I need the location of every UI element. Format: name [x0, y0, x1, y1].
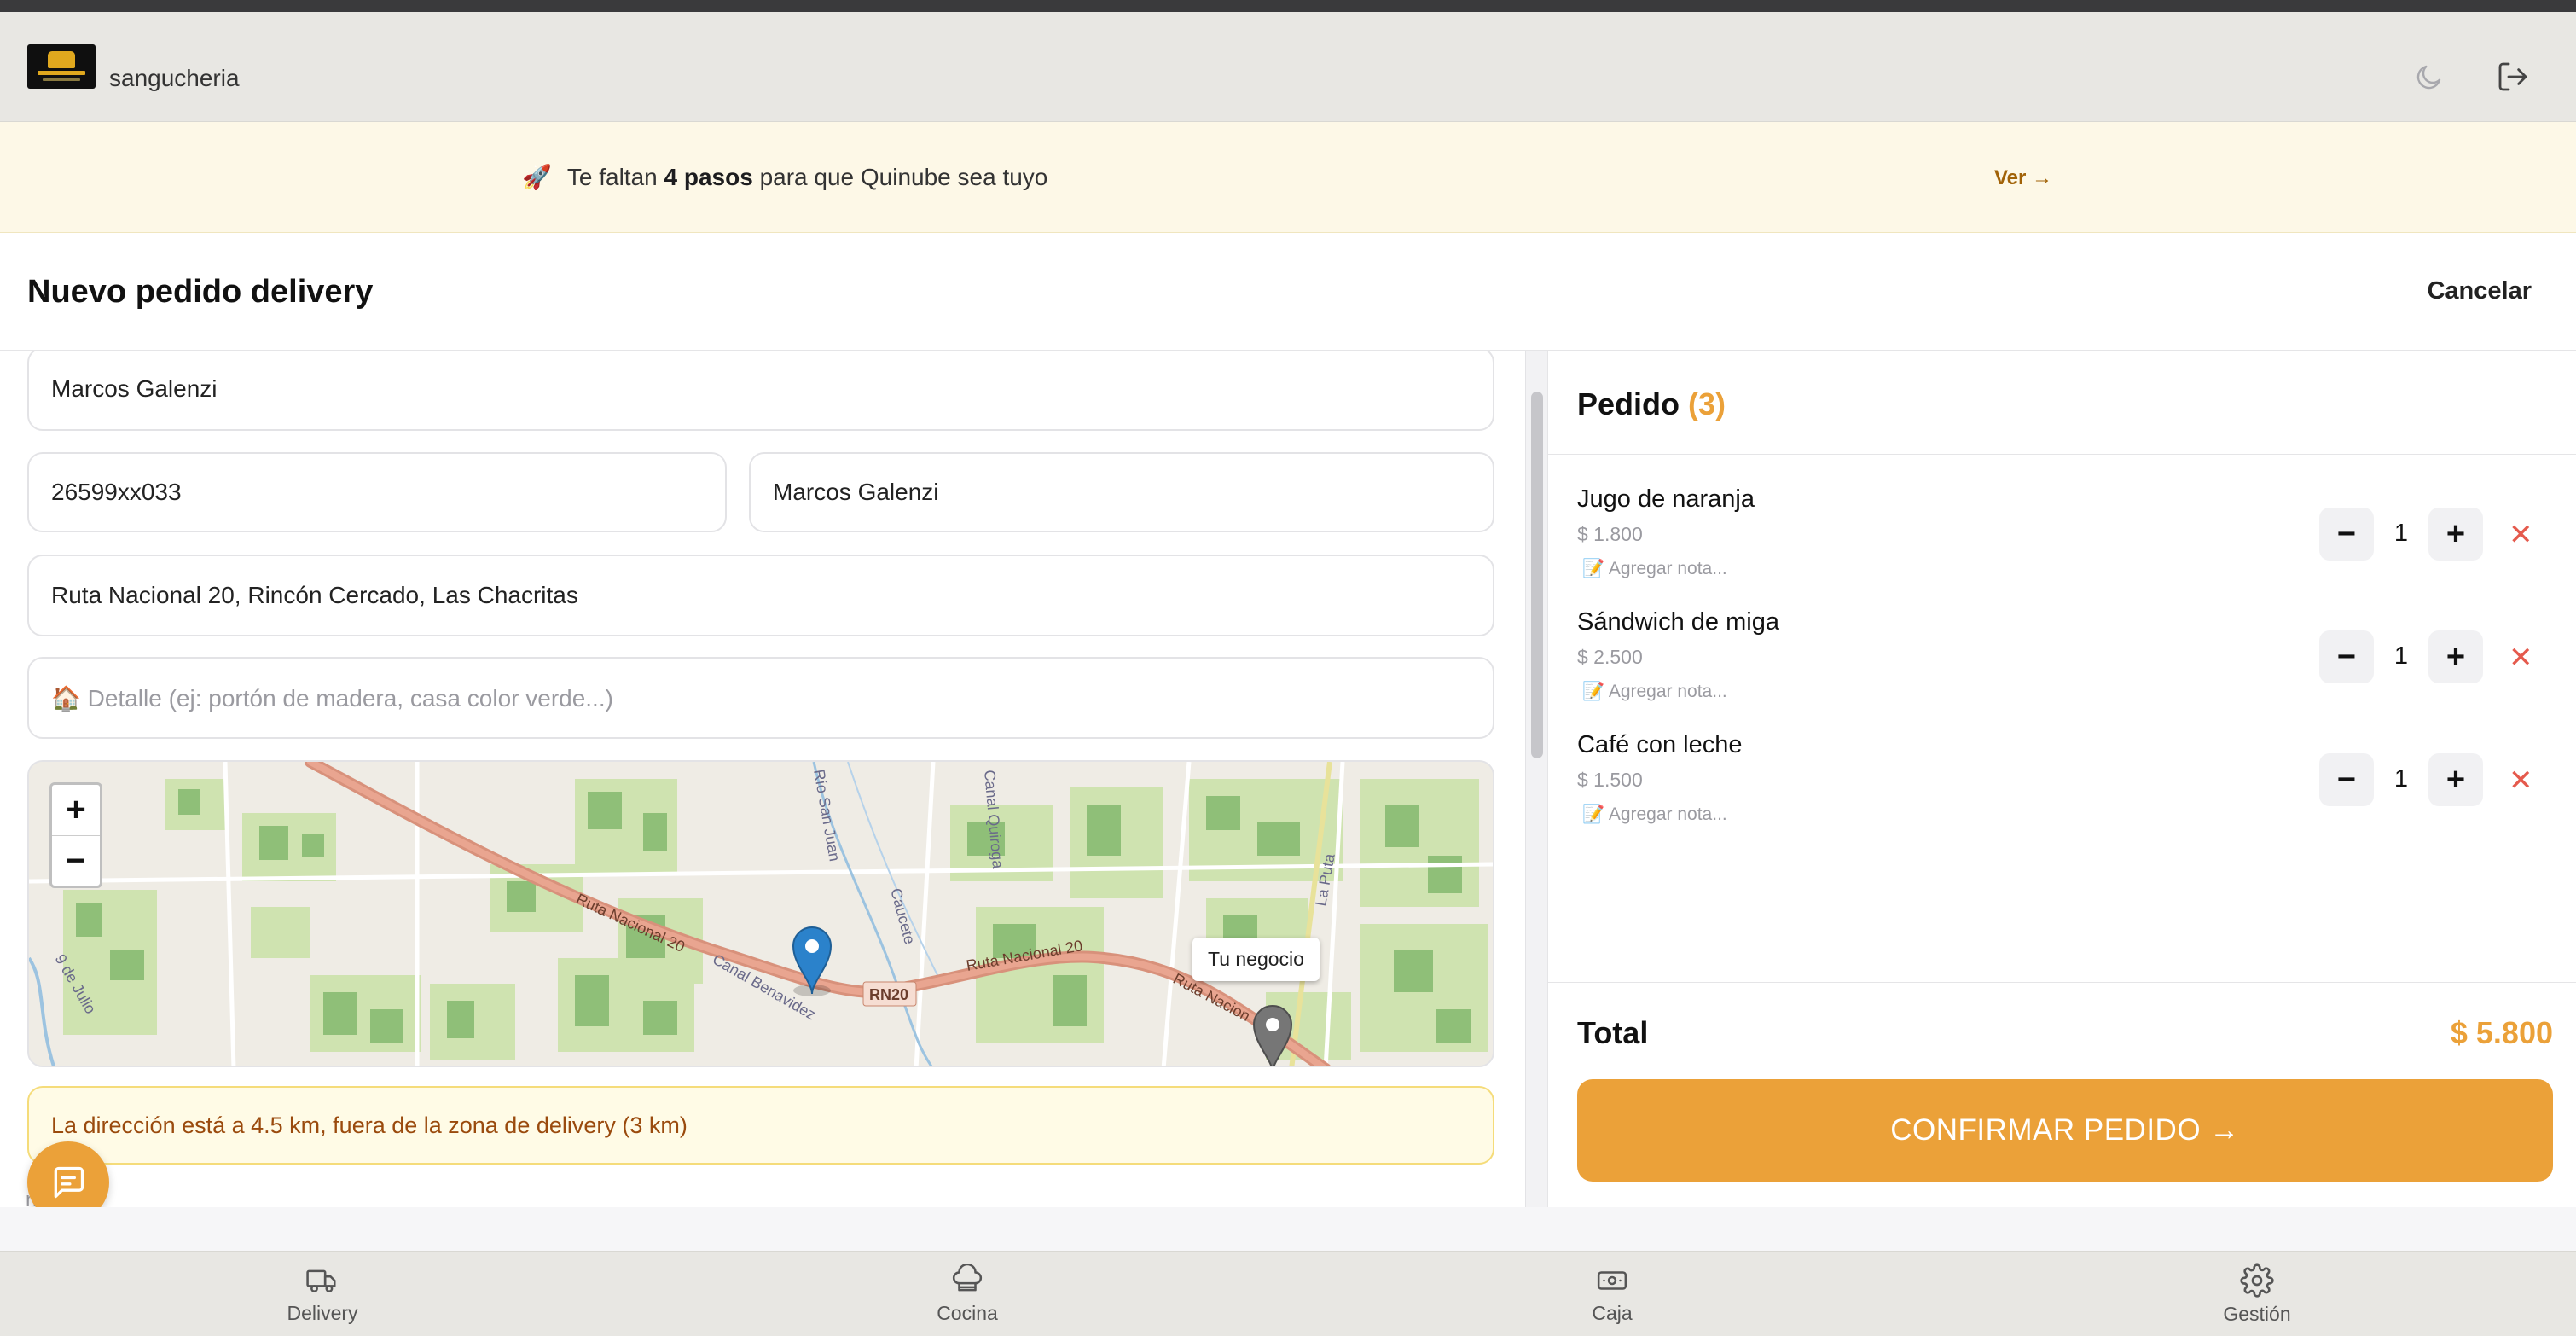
order-count: (3) [1688, 386, 1726, 421]
app-bar: sangucheria [0, 12, 2576, 122]
remove-item-button[interactable]: ✕ [2509, 641, 2533, 675]
item-price: $ 1.800 [1577, 523, 1643, 545]
item-price: $ 1.500 [1577, 769, 1643, 791]
total-value: $ 5.800 [2450, 1015, 2553, 1050]
form-scrollbar[interactable] [1525, 351, 1547, 1207]
item-name: Sándwich de miga [1577, 608, 1779, 636]
moon-icon [2416, 65, 2441, 90]
remove-item-button[interactable]: ✕ [2509, 764, 2533, 798]
nav-item-cocina[interactable]: Cocina [865, 1252, 1070, 1336]
dark-mode-toggle[interactable] [2405, 53, 2453, 101]
order-header: Pedido (3) [1548, 351, 2576, 455]
decrease-qty-button[interactable]: − [2319, 753, 2374, 806]
add-note-link[interactable]: 📝 Agregar nota... [1582, 682, 1727, 702]
zoom-in-button[interactable]: + [52, 785, 100, 835]
nav-item-gestion[interactable]: Gestión [2155, 1252, 2359, 1336]
banner-view-link[interactable]: Ver → [1994, 166, 2052, 190]
add-note-link[interactable]: 📝 Agregar nota... [1582, 805, 1727, 825]
order-item: Café con leche $ 1.500 📝 Agregar nota...… [1548, 731, 2576, 851]
total-label: Total [1577, 1015, 1649, 1050]
item-name: Café con leche [1577, 731, 1743, 758]
nav-label: Gestión [2223, 1302, 2291, 1325]
item-price: $ 2.500 [1577, 646, 1643, 668]
item-quantity: 1 [2393, 520, 2409, 547]
order-item: Jugo de naranja $ 1.800 📝 Agregar nota..… [1548, 485, 2576, 605]
map-zoom-control: + − [49, 782, 102, 888]
increase-qty-button[interactable]: + [2428, 753, 2483, 806]
remove-item-button[interactable]: ✕ [2509, 518, 2533, 552]
bottom-navigation: Delivery Cocina Caja Gestión [0, 1251, 2576, 1336]
gear-icon [2240, 1263, 2274, 1298]
onboarding-banner: 🚀 Te faltan 4 pasos para que Quinube sea… [0, 122, 2576, 233]
phone-input[interactable]: 26599xx033 [27, 452, 727, 532]
business-location-tooltip: Tu negocio [1192, 938, 1320, 981]
nav-label: Cocina [937, 1301, 998, 1324]
add-note-link[interactable]: 📝 Agregar nota... [1582, 559, 1727, 579]
item-name: Jugo de naranja [1577, 485, 1755, 513]
logout-icon [2498, 62, 2527, 91]
page-title: Nuevo pedido delivery [27, 274, 374, 310]
window-top-strip [0, 0, 2576, 12]
item-quantity: 1 [2393, 765, 2409, 793]
confirm-order-button[interactable]: CONFIRMAR PEDIDO → [1577, 1079, 2553, 1182]
logout-button[interactable] [2489, 53, 2537, 101]
nav-item-delivery[interactable]: Delivery [220, 1252, 425, 1336]
order-title: Pedido (3) [1577, 386, 1726, 421]
contact-name-input[interactable]: Marcos Galenzi [749, 452, 1494, 532]
brand-name: sangucheria [109, 65, 240, 91]
item-quantity: 1 [2393, 642, 2409, 670]
banner-message: 🚀 Te faltan 4 pasos para que Quinube sea… [522, 163, 1048, 191]
decrease-qty-button[interactable]: − [2319, 508, 2374, 561]
customer-form-panel: Marcos Galenzi 26599xx033 Marcos Galenzi… [0, 351, 1525, 1207]
zoom-out-button[interactable]: − [52, 835, 100, 886]
nav-label: Delivery [287, 1301, 358, 1324]
delivery-map[interactable]: Ruta Nacional 20 Ruta Nacional 20 Ruta N… [27, 760, 1494, 1067]
rocket-icon: 🚀 [522, 164, 552, 190]
address-input[interactable]: Ruta Nacional 20, Rincón Cercado, Las Ch… [27, 555, 1494, 636]
customer-name-input[interactable]: Marcos Galenzi [27, 351, 1494, 431]
decrease-qty-button[interactable]: − [2319, 630, 2374, 683]
brand-logo [27, 44, 96, 89]
page-header: Nuevo pedido delivery Cancelar [0, 233, 2576, 351]
bottom-spacer [0, 1207, 2576, 1251]
cash-icon [1597, 1270, 1627, 1290]
chef-hat-icon [952, 1263, 983, 1291]
address-detail-input[interactable]: 🏠 Detalle (ej: portón de madera, casa co… [27, 657, 1494, 739]
delivery-zone-warning: La dirección está a 4.5 km, fuera de la … [27, 1086, 1494, 1165]
increase-qty-button[interactable]: + [2428, 630, 2483, 683]
cancel-button[interactable]: Cancelar [2427, 277, 2532, 305]
order-total-section: Total $ 5.800 CONFIRMAR PEDIDO → [1548, 982, 2576, 1207]
map-tiles: Ruta Nacional 20 Ruta Nacional 20 Ruta N… [29, 762, 1493, 1066]
svg-text:RN20: RN20 [869, 986, 908, 1003]
increase-qty-button[interactable]: + [2428, 508, 2483, 561]
order-item: Sándwich de miga $ 2.500 📝 Agregar nota.… [1548, 608, 2576, 728]
nav-item-caja[interactable]: Caja [1510, 1252, 1714, 1336]
nav-label: Caja [1592, 1301, 1633, 1324]
chat-icon [54, 1166, 84, 1199]
truck-icon [306, 1269, 336, 1292]
order-panel: Pedido (3) Jugo de naranja $ 1.800 📝 Agr… [1547, 351, 2576, 1207]
scrollbar-thumb[interactable] [1531, 392, 1543, 758]
